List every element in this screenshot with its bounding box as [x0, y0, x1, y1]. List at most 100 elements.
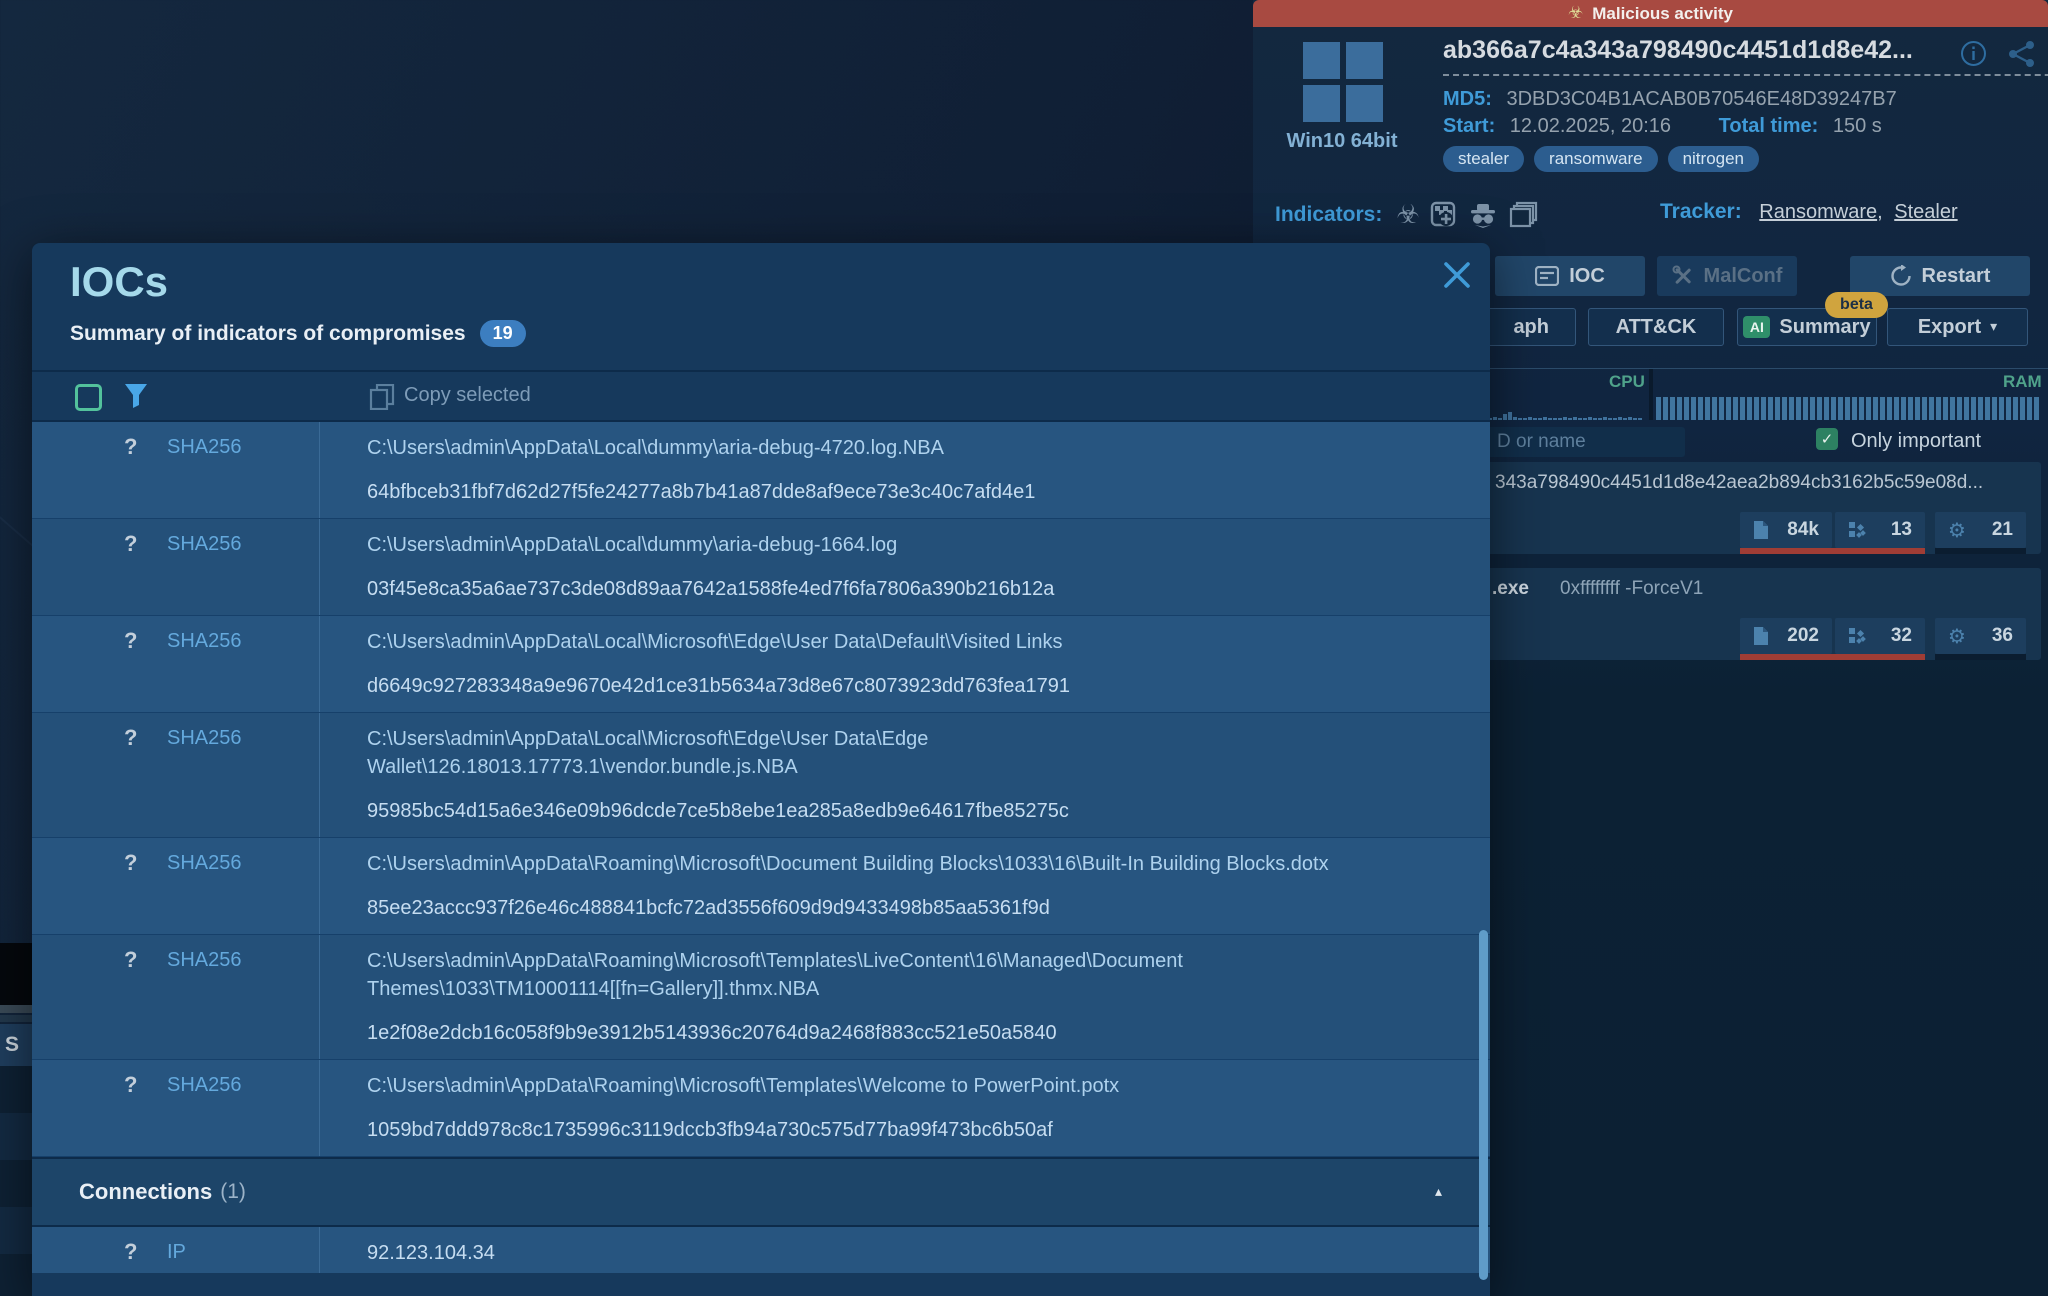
modules-count: 13 — [1891, 519, 1912, 541]
modules-count-chip: 13 — [1835, 512, 1925, 548]
scrollbar-thumb[interactable] — [1479, 930, 1488, 1280]
tag[interactable]: nitrogen — [1668, 146, 1759, 172]
table-row[interactable]: ?SHA256 C:\Users\admin\AppData\Roaming\M… — [32, 1060, 1490, 1157]
danger-underline — [1740, 548, 1925, 554]
table-row[interactable]: ? SHA256 C:\Users\admin\AppData\Local\dum… — [32, 519, 1490, 616]
malconf-button-label: MalConf — [1704, 265, 1783, 288]
restart-button[interactable]: Restart — [1850, 256, 2030, 296]
tracker-row: Tracker: Ransomware, Stealer — [1660, 200, 1958, 224]
table-row[interactable]: ?SHA256 C:\Users\admin\AppData\Local\Mic… — [32, 713, 1490, 838]
start-row: Start: 12.02.2025, 20:16 Total time: 150… — [1443, 115, 1882, 138]
question-icon: ? — [124, 1239, 137, 1265]
modal-toolbar: Copy selected — [32, 372, 1490, 420]
only-important-checkbox[interactable]: ✓ — [1816, 428, 1838, 450]
beta-badge: beta — [1825, 292, 1888, 318]
connections-title: Connections — [79, 1179, 212, 1205]
ioc-path: C:\Users\admin\AppData\Local\dummy\aria-… — [367, 531, 1342, 559]
question-icon: ? — [124, 850, 137, 876]
process-row[interactable]: 343a798490c4451d1d8e42aea2b894cb3162b5c5… — [1443, 462, 2041, 554]
ioc-hash: 03f45e8ca35a6ae737c3de08d89aa7642a1588fe… — [367, 575, 1342, 603]
tracker-link-ransomware[interactable]: Ransomware — [1759, 201, 1877, 223]
ioc-type: SHA256 — [167, 949, 242, 972]
process-row[interactable]: .exe 0xffffffff -ForceV1 202 32 ⚙ 36 — [1443, 568, 2041, 660]
ioc-type: SHA256 — [167, 533, 242, 556]
tracker-link-stealer[interactable]: Stealer — [1894, 201, 1957, 223]
events-count-chip: ⚙ 21 — [1935, 512, 2026, 548]
layers-indicator-icon — [1508, 201, 1538, 229]
events-count-chip: ⚙ 36 — [1935, 618, 2026, 654]
ioc-path: C:\Users\admin\AppData\Roaming\Microsoft… — [367, 947, 1342, 1003]
ioc-type: SHA256 — [167, 436, 242, 459]
files-count: 202 — [1787, 625, 1819, 647]
restart-icon — [1890, 265, 1912, 287]
tag[interactable]: ransomware — [1534, 146, 1658, 172]
ioc-count-badge: 19 — [480, 320, 526, 347]
tag[interactable]: stealer — [1443, 146, 1524, 172]
indicators-label: Indicators: — [1275, 203, 1382, 227]
gear-icon: ⚙ — [1948, 626, 1966, 646]
total-time-label: Total time: — [1719, 115, 1819, 137]
info-icon[interactable] — [1960, 40, 1987, 67]
only-important-label: Only important — [1851, 430, 1981, 453]
ioc-table: ? SHA256 C:\Users\admin\AppData\Local\dum… — [32, 422, 1490, 1273]
attck-button[interactable]: ATT&CK — [1588, 308, 1724, 346]
modal-title: IOCs — [70, 258, 168, 306]
start-value: 12.02.2025, 20:16 — [1510, 115, 1671, 137]
indicators-row: Indicators: ☣ — [1275, 200, 1538, 230]
biohazard-indicator-icon: ☣ — [1396, 202, 1419, 228]
collapse-icon[interactable]: ▴ — [1435, 1184, 1442, 1200]
neutral-underline — [1935, 654, 2026, 660]
share-icon[interactable] — [2008, 40, 2036, 68]
total-time-value: 150 s — [1833, 115, 1882, 137]
file-icon — [1753, 626, 1769, 646]
table-row[interactable]: ?SHA256 C:\Users\admin\AppData\Local\Mic… — [32, 616, 1490, 713]
ai-icon: AI — [1743, 316, 1770, 338]
ioc-type: SHA256 — [167, 852, 242, 875]
cpu-label: CPU — [1609, 372, 1645, 392]
ioc-path: C:\Users\admin\AppData\Roaming\Microsoft… — [367, 1072, 1342, 1100]
modal-subtitle-row: Summary of indicators of compromises 19 — [70, 320, 526, 347]
spy-indicator-icon — [1468, 201, 1498, 229]
events-count: 36 — [1992, 625, 2013, 647]
tools-icon — [1672, 265, 1694, 287]
modules-icon — [1848, 521, 1866, 539]
ioc-hash: 64bfbceb31fbf7d62d27f5fe24277a8b7b41a87d… — [367, 478, 1342, 506]
modules-count: 32 — [1891, 625, 1912, 647]
table-row[interactable]: ?SHA256 C:\Users\admin\AppData\Local\dum… — [32, 422, 1490, 519]
close-icon[interactable] — [1442, 260, 1472, 290]
question-icon: ? — [124, 531, 137, 557]
copy-selected-button[interactable]: Copy selected — [404, 384, 531, 407]
table-row[interactable]: ?SHA256 C:\Users\admin\AppData\Roaming\M… — [32, 838, 1490, 935]
files-count: 84k — [1787, 519, 1819, 541]
ioc-type: IP — [167, 1241, 186, 1264]
copy-icon[interactable] — [369, 384, 395, 410]
ioc-hash: 1059bd7ddd978c8c1735996c3119dccb3fb94a73… — [367, 1116, 1342, 1144]
modules-count-chip: 32 — [1835, 618, 1925, 654]
table-row[interactable]: ?IP 92.123.104.34 — [32, 1227, 1490, 1273]
checkmark-icon: ✓ — [1821, 430, 1834, 448]
tracker-label: Tracker: — [1660, 200, 1742, 223]
ioc-button-label: IOC — [1569, 265, 1605, 288]
tag-list: stealer ransomware nitrogen — [1443, 146, 1759, 172]
ioc-path: C:\Users\admin\AppData\Local\Microsoft\E… — [367, 628, 1342, 656]
filter-icon[interactable] — [124, 383, 148, 409]
table-row[interactable]: ?SHA256 C:\Users\admin\AppData\Roaming\M… — [32, 935, 1490, 1060]
file-icon — [1753, 520, 1769, 540]
question-icon: ? — [124, 628, 137, 654]
biohazard-icon: ☣ — [1568, 5, 1583, 22]
select-all-checkbox[interactable] — [75, 384, 102, 411]
tracker-separator: , — [1877, 201, 1883, 223]
export-button[interactable]: Export ▾ — [1887, 308, 2028, 346]
verdict-label: Malicious activity — [1592, 4, 1733, 24]
connections-section-header[interactable]: Connections (1) ▴ — [32, 1157, 1490, 1227]
ioc-button[interactable]: IOC — [1495, 256, 1645, 296]
ioc-type: SHA256 — [167, 1074, 242, 1097]
files-count-chip: 202 — [1740, 618, 1832, 654]
malconf-button[interactable]: MalConf — [1657, 256, 1797, 296]
ioc-type: SHA256 — [167, 727, 242, 750]
md5-value: 3DBD3C04B1ACAB0B70546E48D39247B7 — [1506, 88, 1896, 110]
neutral-underline — [1935, 548, 2026, 554]
ioc-hash: 85ee23accc937f26e46c488841bcfc72ad3556f6… — [367, 894, 1342, 922]
start-label: Start: — [1443, 115, 1495, 137]
sample-name[interactable]: ab366a7c4a343a798490c4451d1d8e42... — [1443, 36, 2048, 76]
